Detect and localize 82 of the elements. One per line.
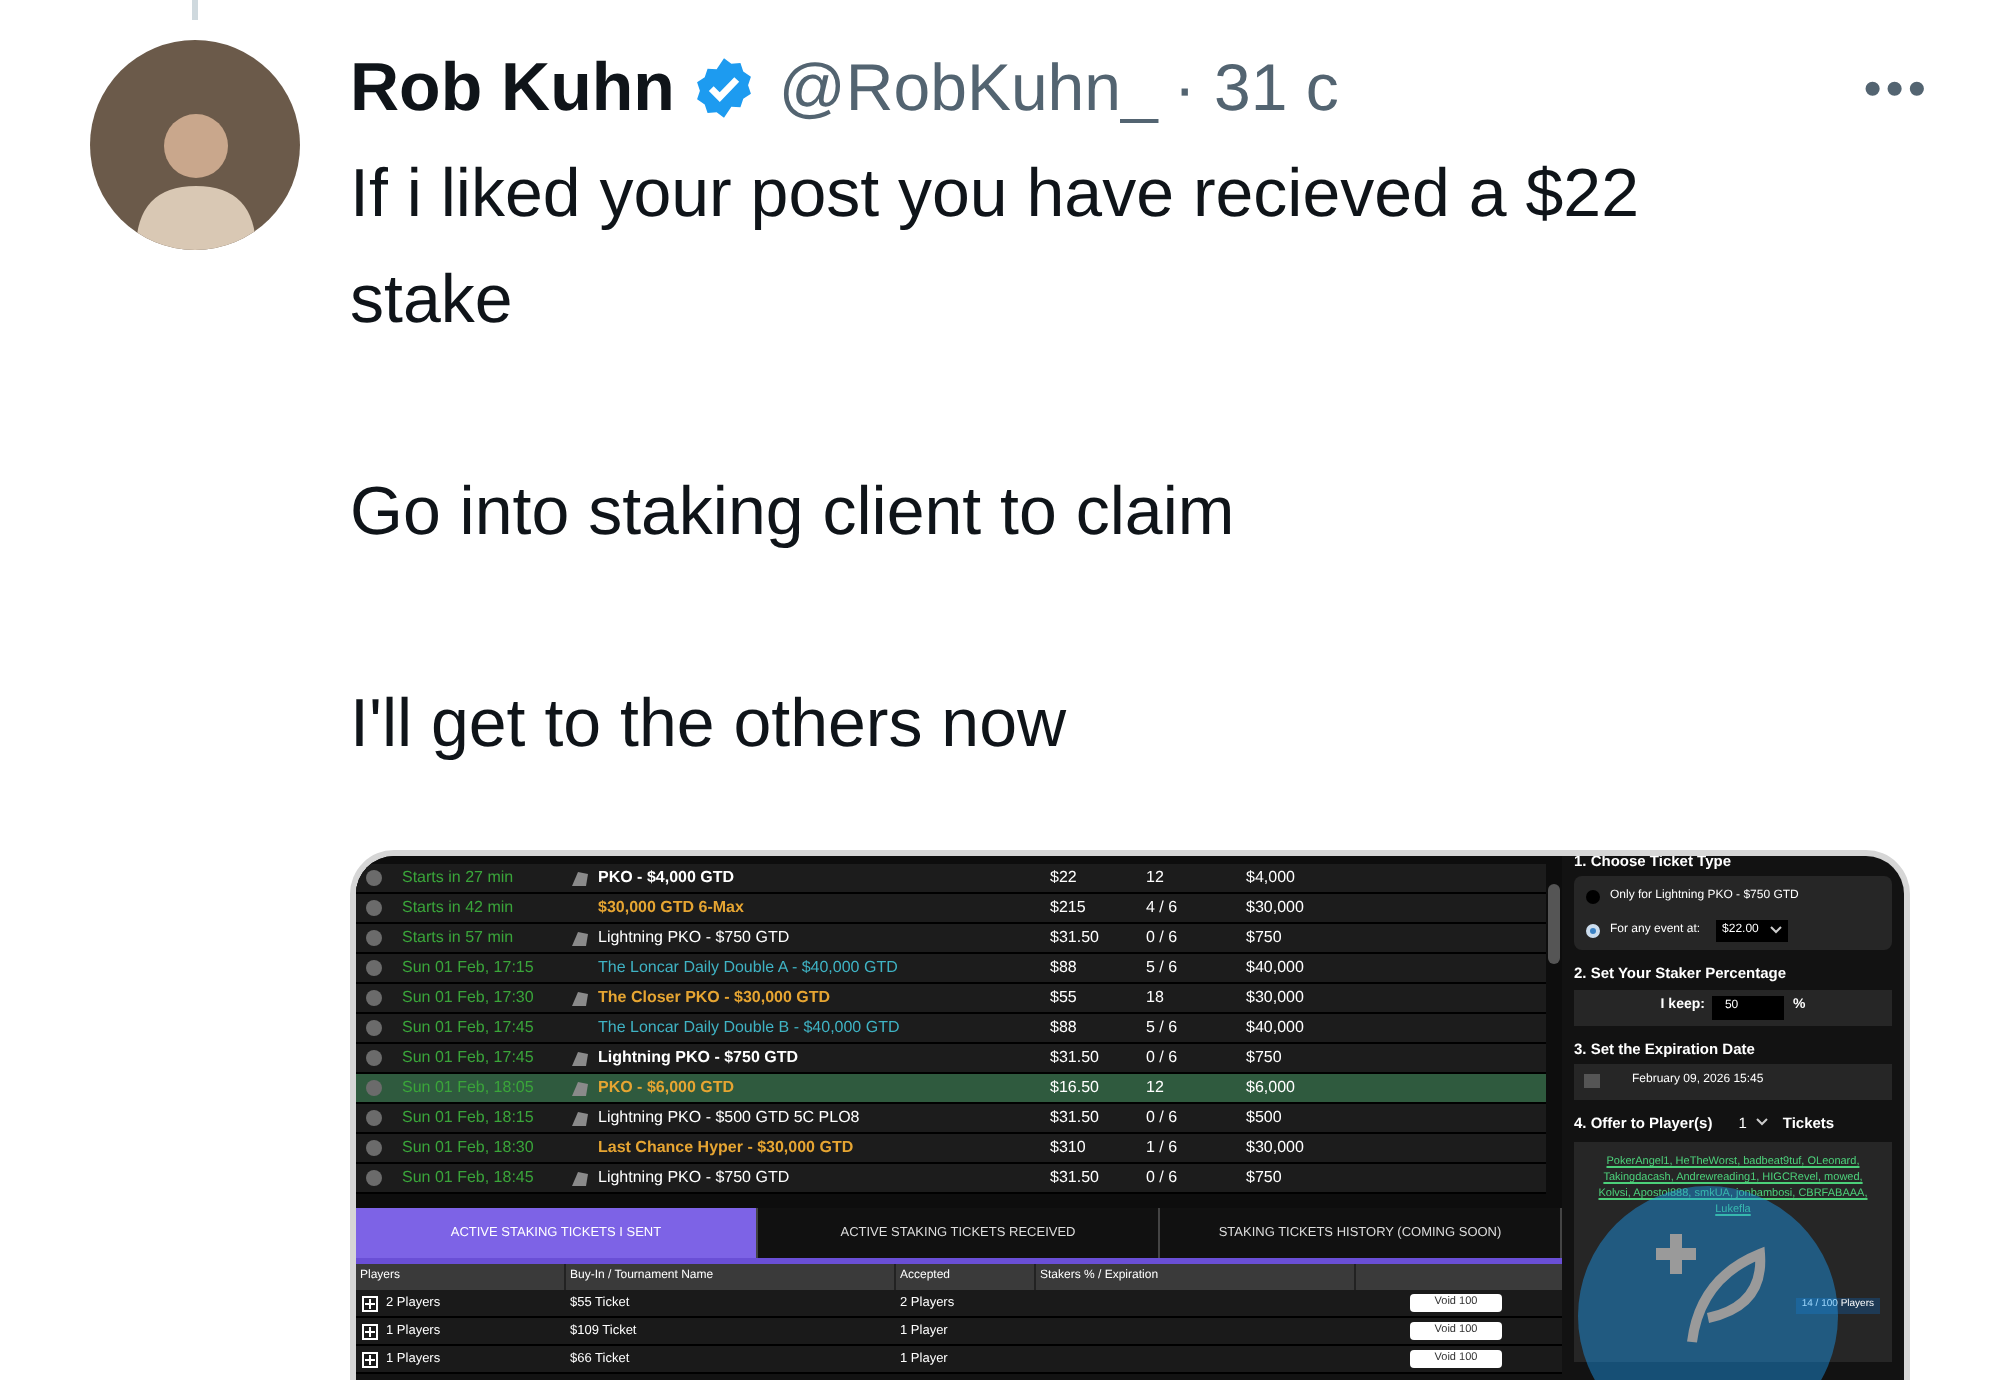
tournament-name: $30,000 GTD 6-Max [598, 896, 746, 920]
entries: 0 / 6 [1146, 1166, 1180, 1190]
entries: 1 / 6 [1146, 1136, 1180, 1160]
guarantee: $4,000 [1246, 866, 1297, 890]
buy-in: $55 [1050, 986, 1079, 1010]
tournament-name: The Loncar Daily Double B - $40,000 GTD [598, 1016, 902, 1040]
post-text: Go into staking client to claim [350, 472, 1237, 554]
start-time: Starts in 27 min [402, 866, 516, 890]
tournament-row[interactable]: Starts in 57 min Lightning PKO - $750 GTD $31.50 0 / 6 $750 [356, 924, 1546, 954]
start-time: Starts in 57 min [402, 926, 516, 950]
guarantee: $500 [1246, 1106, 1284, 1130]
entries: 5 / 6 [1146, 956, 1180, 980]
buy-in: $16.50 [1050, 1076, 1101, 1100]
start-time: Sun 01 Feb, 18:15 [402, 1106, 536, 1130]
guarantee: $40,000 [1246, 1016, 1306, 1040]
tournament-name: Lightning PKO - $750 GTD [598, 1046, 801, 1070]
scrollbar[interactable] [1548, 884, 1560, 964]
entries: 0 / 6 [1146, 926, 1180, 950]
start-time: Starts in 42 min [402, 896, 516, 920]
tournament-name: Lightning PKO - $500 GTD 5C PLO8 [598, 1106, 862, 1130]
calendar-icon [1584, 1074, 1600, 1089]
tournament-name: The Closer PKO - $30,000 GTD [598, 986, 833, 1010]
chevron-icon [1756, 1118, 1769, 1127]
radio-button[interactable] [1586, 889, 1600, 904]
tournament-row[interactable]: Sun 01 Feb, 18:30 Last Chance Hyper - $30,000 GTD $310 1 / 6 $30,000 [356, 1134, 1546, 1164]
entries: 0 / 6 [1146, 1106, 1180, 1130]
author-handle[interactable]: @RobKuhn_ [778, 38, 1158, 138]
entries: 18 [1146, 986, 1166, 1010]
buy-in: $31.50 [1050, 1106, 1101, 1130]
tournament-name: PKO - $4,000 GTD [598, 866, 737, 890]
tournament-row[interactable]: Starts in 42 min $30,000 GTD 6-Max $215 4 / 6 $30,000 [356, 894, 1546, 924]
start-time: Sun 01 Feb, 18:05 [402, 1076, 536, 1100]
guarantee: $30,000 [1246, 896, 1306, 920]
entries: 12 [1146, 1076, 1166, 1100]
tournament-row[interactable]: Sun 01 Feb, 17:15 The Loncar Daily Double A - $40,000 GTD $88 5 / 6 $40,000 [356, 954, 1546, 984]
buy-in: $215 [1050, 896, 1088, 920]
more-button[interactable]: ••• [1863, 49, 1930, 127]
tournament-name: PKO - $6,000 GTD [598, 1076, 737, 1100]
tournament-name: Lightning PKO - $750 GTD [598, 1166, 792, 1190]
tournament-row[interactable]: Starts in 27 min PKO - $4,000 GTD $22 12 $4,000 [356, 864, 1546, 894]
buy-in: $88 [1050, 1016, 1079, 1040]
entries: 4 / 6 [1146, 896, 1180, 920]
start-time: Sun 01 Feb, 17:15 [402, 956, 536, 980]
buy-in: $31.50 [1050, 926, 1101, 950]
tournament-row[interactable]: Sun 01 Feb, 18:05 PKO - $6,000 GTD $16.50 12 $6,000 [356, 1074, 1546, 1104]
buy-in: $31.50 [1050, 1046, 1101, 1070]
guarantee: $750 [1246, 926, 1284, 950]
tournament-name: Last Chance Hyper - $30,000 GTD [598, 1136, 856, 1160]
radio-button[interactable] [1586, 923, 1600, 938]
guarantee: $6,000 [1246, 1076, 1297, 1100]
guarantee: $40,000 [1246, 956, 1306, 980]
tournament-row[interactable]: Sun 01 Feb, 18:15 Lightning PKO - $500 GTD 5C PLO8 $31.50 0 / 6 $500 [356, 1104, 1546, 1134]
tournament-row[interactable]: Sun 01 Feb, 17:30 The Closer PKO - $30,000 GTD $55 18 $30,000 [356, 984, 1546, 1014]
buy-in: $22 [1050, 866, 1079, 890]
post-text: I'll get to the others now [350, 684, 1069, 766]
tournament-name: Lightning PKO - $750 GTD [598, 926, 792, 950]
expand-icon[interactable] [362, 1323, 378, 1339]
guarantee: $750 [1246, 1166, 1284, 1190]
start-time: Sun 01 Feb, 18:30 [402, 1136, 536, 1160]
entries: 12 [1146, 866, 1166, 890]
author-name[interactable]: Rob Kuhn [350, 37, 675, 139]
start-time: Sun 01 Feb, 17:45 [402, 1046, 536, 1070]
expand-icon[interactable] [362, 1351, 378, 1367]
post-time[interactable]: · 31 c [1173, 38, 1339, 138]
tournament-name: The Loncar Daily Double A - $40,000 GTD [598, 956, 900, 980]
start-time: Sun 01 Feb, 17:45 [402, 1016, 536, 1040]
entries: 5 / 6 [1146, 1016, 1180, 1040]
post-text: If i liked your post you have recieved a $22 stake [350, 154, 1641, 342]
tournament-row[interactable]: Sun 01 Feb, 17:45 Lightning PKO - $750 GTD $31.50 0 / 6 $750 [356, 1044, 1546, 1074]
buy-in: $88 [1050, 956, 1079, 980]
tournament-row[interactable]: Sun 01 Feb, 17:45 The Loncar Daily Double B - $40,000 GTD $88 5 / 6 $40,000 [356, 1014, 1546, 1044]
chevron-icon [1770, 926, 1783, 935]
guarantee: $750 [1246, 1046, 1284, 1070]
tournament-row[interactable]: Sun 01 Feb, 18:45 Lightning PKO - $750 GTD $31.50 0 / 6 $750 [356, 1164, 1546, 1194]
start-time: Sun 01 Feb, 17:30 [402, 986, 536, 1010]
entries: 0 / 6 [1146, 1046, 1180, 1070]
guarantee: $30,000 [1246, 986, 1306, 1010]
expand-icon[interactable] [362, 1295, 378, 1311]
buy-in: $31.50 [1050, 1166, 1101, 1190]
buy-in: $310 [1050, 1136, 1088, 1160]
guarantee: $30,000 [1246, 1136, 1306, 1160]
start-time: Sun 01 Feb, 18:45 [402, 1166, 536, 1190]
